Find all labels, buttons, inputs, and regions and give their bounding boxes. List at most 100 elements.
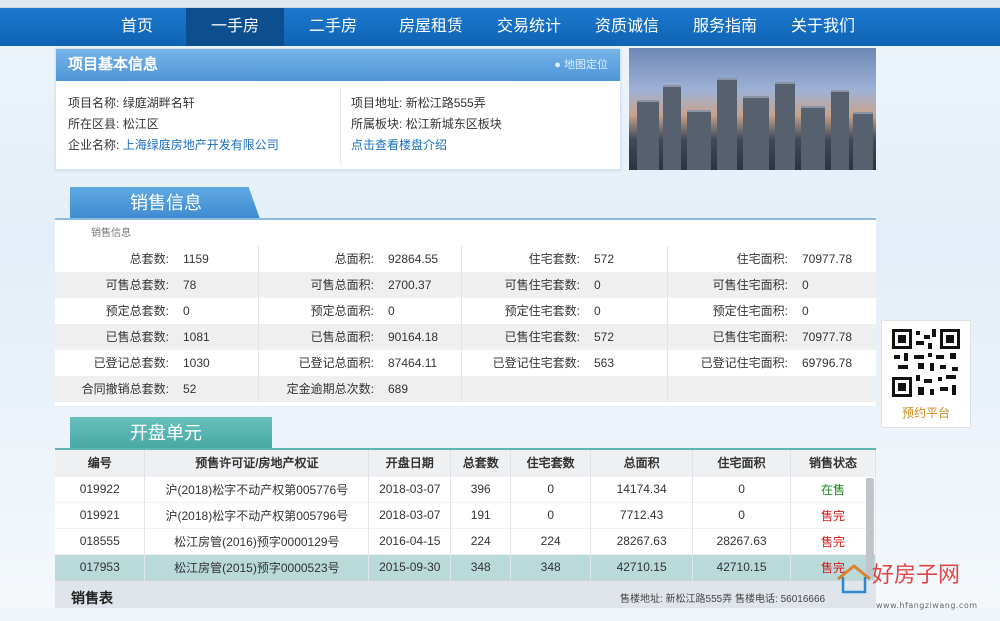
- sales-table-bar: 销售表 售楼地址: 新松江路555弄 售楼电话: 56016666: [55, 580, 876, 608]
- nav-home[interactable]: 首页: [88, 8, 186, 46]
- unit-row[interactable]: 017953 松江房管(2015)预字0000523号 2015-09-30 348 3…: [55, 553, 876, 580]
- col-date[interactable]: 开盘日期: [368, 450, 452, 476]
- nav-statistics[interactable]: 交易统计: [480, 8, 578, 46]
- sales-row: 已售总套数: 1081 已售总面积: 90164.18 已售住宅套数: 572 已售住宅面积…: [55, 324, 876, 350]
- opening-units-tab[interactable]: 开盘单元: [70, 417, 272, 449]
- sales-value: 0: [590, 272, 668, 298]
- sales-label: 已登记住宅面积:: [700, 356, 788, 370]
- qr-widget[interactable]: 预约平台: [881, 320, 971, 428]
- district: 松江区: [122, 117, 159, 131]
- sales-table-title: 销售表: [71, 590, 113, 606]
- house-logo-icon: [837, 564, 871, 594]
- unit-cell: 松江房管(2015)预字0000523号: [144, 553, 370, 580]
- sales-label: 已售住宅套数:: [504, 330, 580, 344]
- sales-row: 合同撤销总套数: 52 定金逾期总次数: 689: [55, 376, 876, 402]
- address: 新松江路555弄: [405, 96, 486, 110]
- unit-cell: 0: [510, 501, 592, 528]
- sales-label: [462, 376, 590, 402]
- sales-value: 689: [384, 376, 462, 402]
- nav-new-homes[interactable]: 一手房: [186, 8, 284, 46]
- status-badge[interactable]: 在售: [790, 475, 876, 502]
- company-link[interactable]: 上海绿庭房地产开发有限公司: [123, 138, 279, 152]
- company-label: 企业名称:: [68, 138, 120, 152]
- sales-value: 0: [802, 278, 809, 292]
- sales-label: 已登记总套数:: [93, 356, 169, 370]
- status-badge[interactable]: 售完: [790, 501, 876, 528]
- project-info-panel: 项目基本信息 ● 地图定位 项目名称: 绿庭湖畔名轩 所在区县: 松江区 企业名…: [55, 48, 621, 170]
- sales-value: 92864.55: [384, 246, 462, 272]
- project-photo: [629, 48, 876, 170]
- unit-cell: 沪(2018)松字不动产权第005776号: [144, 475, 370, 502]
- unit-cell: 0: [692, 501, 792, 528]
- watermark-logo: 好房子网 www.hfangziwang.com: [830, 561, 1000, 610]
- sales-label: 总面积:: [334, 252, 374, 266]
- sales-value: 0: [802, 304, 809, 318]
- sales-label: 已售住宅面积:: [712, 330, 788, 344]
- unit-cell: 28267.63: [692, 527, 792, 554]
- nav-second-hand[interactable]: 二手房: [284, 8, 382, 46]
- sales-row: 可售总套数: 78 可售总面积: 2700.37 可售住宅套数: 0 可售住宅面积: 0: [55, 272, 876, 298]
- unit-cell: 224: [510, 527, 592, 554]
- sales-caption: 销售信息: [91, 228, 131, 239]
- col-id[interactable]: 编号: [55, 450, 146, 476]
- nav-guide[interactable]: 服务指南: [676, 8, 774, 46]
- unit-cell: 019921: [55, 501, 146, 528]
- status-badge[interactable]: 售完: [790, 527, 876, 554]
- project-info-header: 项目基本信息 ● 地图定位: [56, 49, 620, 81]
- unit-row[interactable]: 019921 沪(2018)松字不动产权第005796号 2018-03-07 191…: [55, 501, 876, 528]
- sales-value: 1030: [179, 350, 259, 376]
- sales-label: 已登记总面积:: [298, 356, 374, 370]
- units-table: 编号 预售许可证/房地产权证 开盘日期 总套数 住宅套数 总面积 住宅面积 销售…: [55, 450, 876, 580]
- location-pin-icon: ●: [554, 59, 564, 71]
- unit-cell: 0: [510, 475, 592, 502]
- unit-cell: 018555: [55, 527, 146, 554]
- project-info-right: 项目地址: 新松江路555弄 所属板块: 松江新城东区板块 点击查看楼盘介绍: [351, 93, 502, 156]
- sales-value: 52: [179, 376, 259, 402]
- col-total-units[interactable]: 总套数: [450, 450, 512, 476]
- sales-label: 住宅套数:: [528, 252, 580, 266]
- sales-value: 78: [179, 272, 259, 298]
- col-permit[interactable]: 预售许可证/房地产权证: [144, 450, 370, 476]
- intro-link[interactable]: 点击查看楼盘介绍: [351, 138, 447, 152]
- top-strip: [0, 0, 1000, 8]
- project-info-left: 项目名称: 绿庭湖畔名轩 所在区县: 松江区 企业名称: 上海绿庭房地产开发有限…: [68, 93, 279, 156]
- sales-label: 可售住宅套数:: [504, 278, 580, 292]
- col-total-area[interactable]: 总面积: [590, 450, 694, 476]
- nav-rental[interactable]: 房屋租赁: [382, 8, 480, 46]
- nav-about[interactable]: 关于我们: [774, 8, 872, 46]
- sales-value: 90164.18: [384, 324, 462, 350]
- project-name: 绿庭湖畔名轩: [122, 96, 195, 110]
- unit-cell: 017953: [55, 553, 146, 580]
- nav-credit[interactable]: 资质诚信: [578, 8, 676, 46]
- sales-value: [590, 376, 668, 402]
- sales-value: 572: [590, 246, 668, 272]
- unit-cell: 396: [450, 475, 512, 502]
- unit-cell: 14174.34: [590, 475, 694, 502]
- sales-label: 可售住宅面积:: [712, 278, 788, 292]
- col-status[interactable]: 销售状态: [790, 450, 876, 476]
- unit-cell: 7712.43: [590, 501, 694, 528]
- unit-cell: 2018-03-07: [368, 475, 452, 502]
- sales-office-info: 售楼地址: 新松江路555弄 售楼电话: 56016666: [620, 594, 826, 605]
- unit-row[interactable]: 019922 沪(2018)松字不动产权第005776号 2018-03-07 396…: [55, 475, 876, 502]
- col-res-units[interactable]: 住宅套数: [510, 450, 592, 476]
- block-label: 所属板块:: [351, 117, 403, 131]
- sales-label: 预定住宅面积:: [712, 304, 788, 318]
- address-label: 项目地址:: [351, 96, 403, 110]
- unit-cell: 42710.15: [590, 553, 694, 580]
- sales-info-tab[interactable]: 销售信息: [70, 187, 260, 219]
- sales-value: 2700.37: [384, 272, 462, 298]
- sales-label: 可售总面积:: [310, 278, 374, 292]
- unit-cell: 42710.15: [692, 553, 792, 580]
- sales-label: 合同撤销总套数:: [81, 382, 169, 396]
- unit-row[interactable]: 018555 松江房管(2016)预字0000129号 2016-04-15 224 2…: [55, 527, 876, 554]
- map-locate-link[interactable]: ● 地图定位: [554, 49, 608, 81]
- main-nav: 首页 一手房 二手房 房屋租赁 交易统计 资质诚信 服务指南 关于我们: [0, 8, 1000, 46]
- sales-label: 已售总面积:: [310, 330, 374, 344]
- unit-cell: 沪(2018)松字不动产权第005796号: [144, 501, 370, 528]
- sales-value: 0: [384, 298, 462, 324]
- sales-label: 预定总套数:: [105, 304, 169, 318]
- sales-value: 70977.78: [802, 252, 853, 266]
- sales-row: 总套数: 1159 总面积: 92864.55 住宅套数: 572 住宅面积: 70977.7…: [55, 246, 876, 272]
- col-res-area[interactable]: 住宅面积: [692, 450, 792, 476]
